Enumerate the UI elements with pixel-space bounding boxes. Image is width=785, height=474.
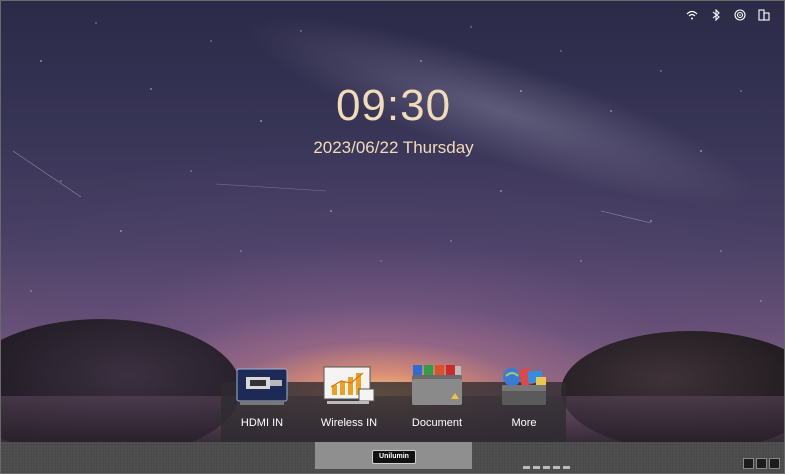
bluetooth-icon[interactable] <box>710 9 722 21</box>
screen-share-icon[interactable] <box>758 9 770 21</box>
indicator-4 <box>553 466 560 469</box>
settings-mini-icon[interactable] <box>743 458 754 469</box>
clock-date: 2023/06/22 Thursday <box>313 138 474 157</box>
dock-label-more: More <box>511 417 537 429</box>
dock-label-wireless-in: Wireless IN <box>320 417 378 429</box>
taskbar-mini-indicators <box>523 466 570 469</box>
brand-logo: Unilumin <box>372 450 416 464</box>
window-mini-icon[interactable] <box>769 458 780 469</box>
more-apps-icon <box>498 363 550 407</box>
indicator-2 <box>533 466 540 469</box>
taskbar-right-controls <box>743 458 780 469</box>
wifi-icon[interactable] <box>686 9 698 21</box>
indicator-3 <box>543 466 550 469</box>
hdmi-icon <box>236 363 288 407</box>
status-bar <box>686 9 770 21</box>
indicator-1 <box>523 466 530 469</box>
clock-time: 09:30 <box>335 81 452 130</box>
wireless-in-icon <box>323 363 375 407</box>
dock-label-hdmi-in: HDMI IN <box>240 417 284 429</box>
indicator-5 <box>563 466 570 469</box>
home-screen: 09:30 2023/06/22 Thursday HDMI IN Wirele… <box>0 0 785 474</box>
input-mini-icon[interactable] <box>756 458 767 469</box>
document-folder-icon <box>411 363 463 407</box>
dock-label-document: Document <box>411 417 463 429</box>
hotspot-icon[interactable] <box>734 9 746 21</box>
